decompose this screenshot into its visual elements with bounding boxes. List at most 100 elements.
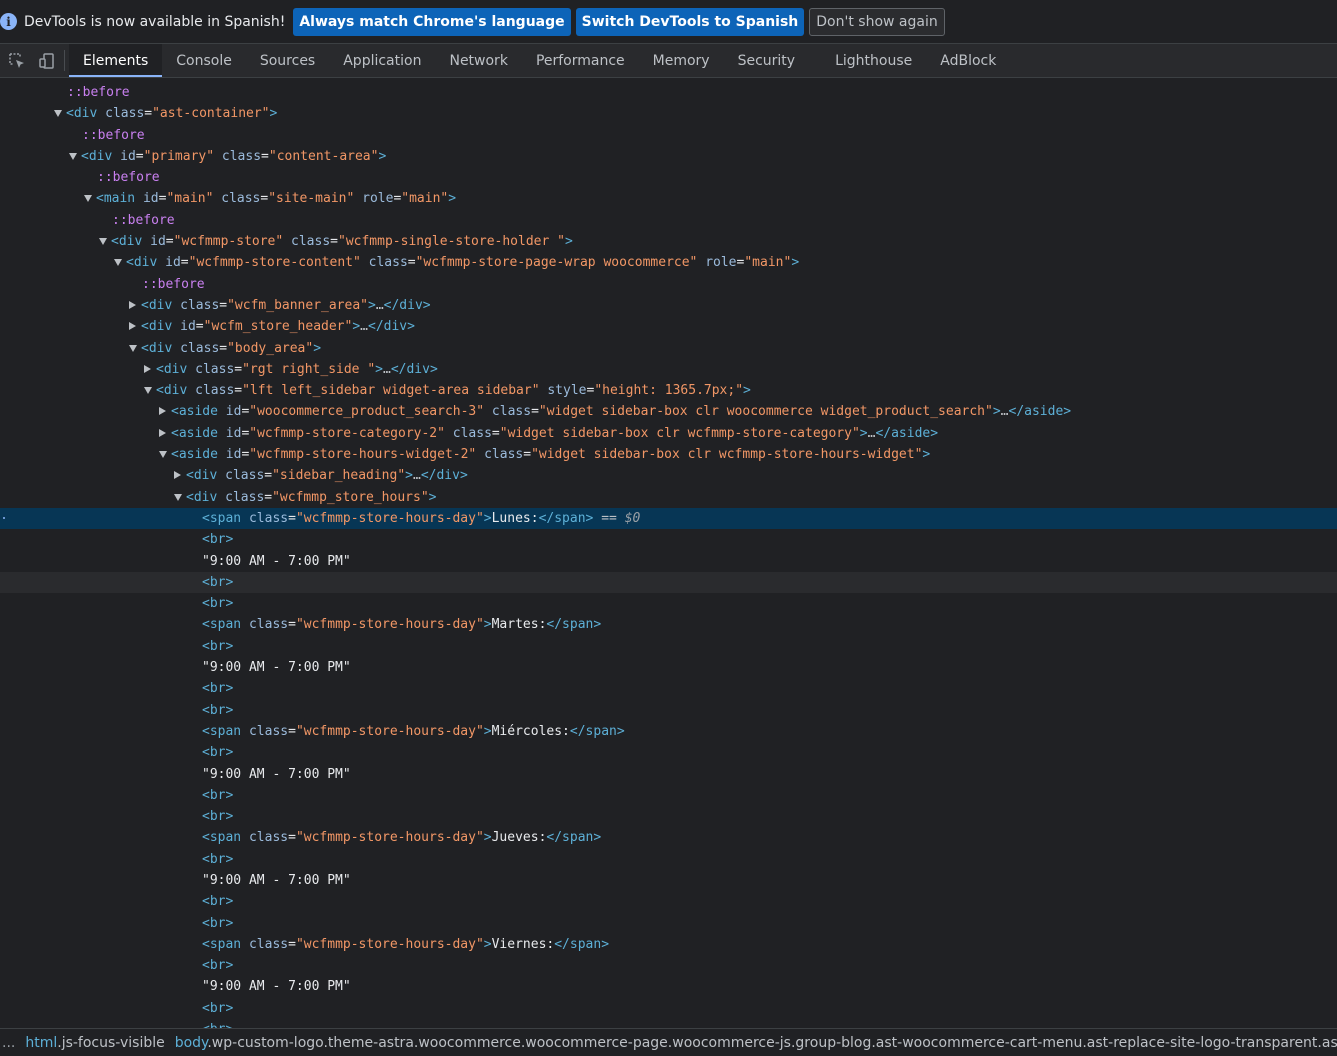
dom-node-row[interactable]: <span class="wcfmmp-store-hours-day">Mié…: [0, 721, 1337, 742]
dom-node-row[interactable]: <span class="wcfmmp-store-hours-day">Jue…: [0, 827, 1337, 848]
tab-adblock[interactable]: AdBlock: [926, 44, 1010, 77]
dom-node-row[interactable]: <div class="sidebar_heading">…</div>: [0, 465, 1337, 486]
device-toolbar-icon[interactable]: [34, 44, 60, 77]
selected-node-row[interactable]: <span class="wcfmmp-store-hours-day">Lun…: [0, 507, 1337, 530]
dom-node-row[interactable]: <br>: [0, 955, 1337, 976]
breadcrumb-item-html[interactable]: html.js-focus-visible: [25, 1035, 164, 1051]
dom-node-row[interactable]: <br>: [0, 785, 1337, 806]
expanded-caret-icon[interactable]: [129, 344, 137, 352]
tab-performance[interactable]: Performance: [522, 44, 639, 77]
expanded-caret-icon[interactable]: [54, 110, 62, 118]
dom-node-row[interactable]: <br>: [0, 529, 1337, 550]
token-plain: Lunes:: [491, 510, 539, 526]
expanded-caret-icon[interactable]: [174, 493, 182, 501]
token-attr: class: [217, 468, 265, 484]
dom-node-row[interactable]: "9:00 AM - 7:00 PM": [0, 657, 1337, 678]
dom-node-row[interactable]: <span class="wcfmmp-store-hours-day">Mar…: [0, 614, 1337, 635]
dom-node-row[interactable]: <br>: [0, 571, 1337, 594]
expanded-caret-icon[interactable]: [159, 451, 167, 459]
token-tag: >: [313, 340, 322, 356]
token-plain: =: [330, 234, 338, 250]
node-markup: "9:00 AM - 7:00 PM": [202, 870, 351, 891]
expanded-caret-icon[interactable]: [99, 238, 107, 246]
token-tag: >: [375, 361, 383, 377]
dom-node-row[interactable]: <div id="wcfmmp-store-content" class="wc…: [0, 252, 1337, 273]
dom-node-row[interactable]: <div class="rgt right_side ">…</div>: [0, 359, 1337, 380]
dom-node-row[interactable]: <div class="lft left_sidebar widget-area…: [0, 380, 1337, 401]
node-markup: <br>: [202, 913, 233, 934]
token-tag: <br>: [202, 1000, 234, 1016]
breadcrumb-item-body[interactable]: body.wp-custom-logo.theme-astra.woocomme…: [175, 1035, 1337, 1051]
dom-node-row[interactable]: "9:00 AM - 7:00 PM": [0, 976, 1337, 997]
dom-node-row[interactable]: <br>: [0, 891, 1337, 912]
token-val: "wcfm_banner_area": [227, 297, 368, 313]
collapsed-caret-icon[interactable]: [129, 322, 136, 331]
node-markup: <span class="wcfmmp-store-hours-day">Jue…: [202, 827, 601, 848]
collapsed-caret-icon[interactable]: [159, 407, 166, 416]
dom-node-row[interactable]: <br>: [0, 913, 1337, 934]
expanded-caret-icon[interactable]: [84, 195, 92, 203]
dom-node-row[interactable]: <br>: [0, 998, 1337, 1019]
dom-node-row[interactable]: <main id="main" class="site-main" role="…: [0, 188, 1337, 209]
token-plain: "9:00 AM - 7:00 PM": [202, 553, 351, 569]
token-tag: <div: [81, 148, 113, 164]
dom-node-row[interactable]: ::before: [0, 167, 1337, 188]
always-match-language-button[interactable]: Always match Chrome's language: [293, 7, 571, 36]
devtools-tabbar: Elements Console Sources Application Network…: [0, 44, 1337, 78]
node-markup: <span class="wcfmmp-store-hours-day">Mié…: [202, 721, 625, 742]
dom-node-row[interactable]: ::before: [0, 210, 1337, 231]
dom-node-row[interactable]: <br>: [0, 1019, 1337, 1028]
elements-tree[interactable]: ::before <div class="ast-container">::bef…: [0, 82, 1337, 1028]
expanded-caret-icon[interactable]: [114, 259, 122, 267]
collapsed-caret-icon[interactable]: [129, 300, 136, 309]
token-tag: <br>: [202, 809, 234, 825]
dom-node-row[interactable]: <br>: [0, 742, 1337, 763]
expanded-caret-icon[interactable]: [69, 152, 77, 160]
dom-node-row[interactable]: <aside id="wcfmmp-store-hours-widget-2" …: [0, 444, 1337, 465]
dom-node-row[interactable]: <div class="ast-container">: [0, 103, 1337, 124]
collapsed-caret-icon[interactable]: [159, 428, 166, 437]
dom-node-row[interactable]: <div class="wcfmmp_store_hours">: [0, 487, 1337, 508]
dom-node-row[interactable]: "9:00 AM - 7:00 PM": [0, 764, 1337, 785]
token-val: "wcfmmp-store-content": [188, 255, 361, 271]
tab-elements[interactable]: Elements: [69, 44, 163, 77]
dom-node-row[interactable]: <br>: [0, 700, 1337, 721]
dom-node-row[interactable]: "9:00 AM - 7:00 PM": [0, 870, 1337, 891]
collapsed-caret-icon[interactable]: [174, 471, 181, 480]
dom-node-row[interactable]: <aside id = "woocommerce_product_search-3"…: [0, 401, 1337, 422]
dom-node-row[interactable]: <br>: [0, 636, 1337, 657]
token-tag: <br>: [202, 532, 234, 548]
inspect-element-icon[interactable]: [0, 44, 34, 77]
tab-console[interactable]: Console: [162, 44, 246, 77]
infobar-message: DevTools is now available in Spanish!: [24, 13, 286, 30]
token-tag: <br>: [202, 745, 234, 761]
breadcrumb: ... html.js-focus-visible body.wp-custom…: [0, 1028, 1337, 1056]
breadcrumb-more[interactable]: ...: [0, 1035, 15, 1051]
tab-security[interactable]: Security: [724, 44, 810, 77]
dom-node-row[interactable]: <div id="wcfm_store_header">…</div>: [0, 316, 1337, 337]
tab-application[interactable]: Application: [329, 44, 435, 77]
tab-sources[interactable]: Sources: [246, 44, 329, 77]
dom-node-row[interactable]: "9:00 AM - 7:00 PM": [0, 551, 1337, 572]
dom-node-row[interactable]: <br>: [0, 593, 1337, 614]
dom-node-row[interactable]: <div id="primary" class="content-area">: [0, 146, 1337, 167]
token-pseudo: ::before: [97, 170, 160, 186]
dom-node-row[interactable]: <div class="body_area">: [0, 338, 1337, 359]
dom-node-row[interactable]: ::before: [0, 82, 1337, 103]
dom-node-row[interactable]: ::before: [0, 274, 1337, 295]
dom-node-row[interactable]: <span class="wcfmmp-store-hours-day">Vie…: [0, 934, 1337, 955]
dom-node-row[interactable]: <br>: [0, 678, 1337, 699]
dom-node-row[interactable]: <br>: [0, 849, 1337, 870]
dont-show-again-button[interactable]: Don't show again: [809, 7, 945, 36]
dom-node-row[interactable]: <aside id = "wcfmmp-store-category-2" clas…: [0, 423, 1337, 444]
collapsed-caret-icon[interactable]: [144, 364, 151, 373]
expanded-caret-icon[interactable]: [144, 387, 152, 395]
dom-node-row[interactable]: <div id="wcfmmp-store" class="wcfmmp-sin…: [0, 231, 1337, 252]
dom-node-row[interactable]: <div class="wcfm_banner_area">…</div>: [0, 295, 1337, 316]
dom-node-row[interactable]: ::before: [0, 125, 1337, 146]
tab-lighthouse[interactable]: Lighthouse: [821, 44, 926, 77]
tab-memory[interactable]: Memory: [639, 44, 724, 77]
switch-to-spanish-button[interactable]: Switch DevTools to Spanish: [575, 7, 805, 36]
tab-network[interactable]: Network: [435, 44, 521, 77]
dom-node-row[interactable]: <br>: [0, 806, 1337, 827]
